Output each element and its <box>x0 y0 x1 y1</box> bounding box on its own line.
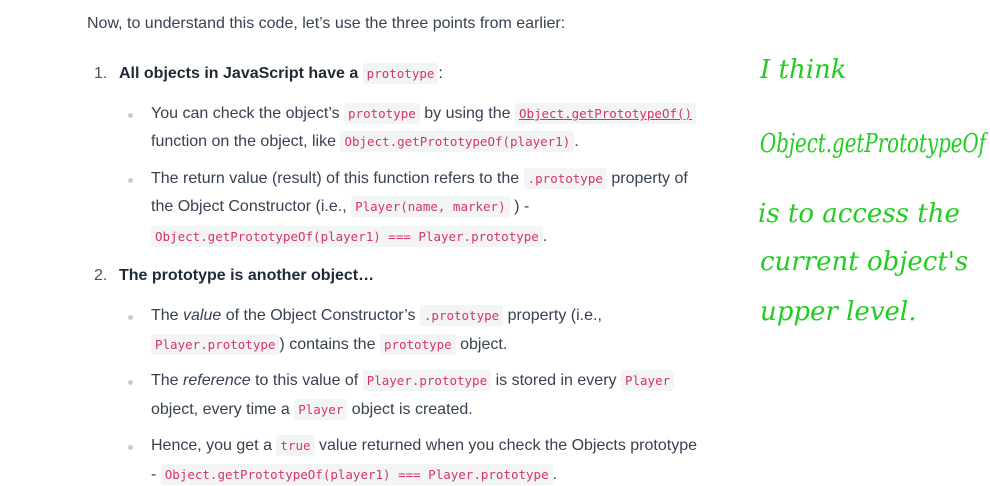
item-2-heading: The prototype is another object… <box>119 267 375 284</box>
item-2-bullet-1-line-1: The value of the Object Constructor’s .p… <box>151 305 602 327</box>
inline-code: prototype <box>379 334 456 355</box>
text: The <box>151 307 179 324</box>
inline-code: Object.getPrototypeOf(player1) === Playe… <box>160 464 553 485</box>
text: the Object Constructor (i.e., <box>151 198 347 215</box>
text: ) contains the <box>279 336 376 353</box>
getprototypeof-link[interactable]: Object.getPrototypeOf() <box>514 103 697 124</box>
list-number-2: 2. <box>94 267 108 284</box>
item-2-bullet-3-line-1: Hence, you get a true value returned whe… <box>151 435 697 457</box>
item-1-bullet-2-line-1: The return value (result) of this functi… <box>151 168 688 190</box>
text: is stored in every <box>495 372 617 389</box>
item-1-bullet-2-line-3: Object.getPrototypeOf(player1) === Playe… <box>151 226 547 248</box>
inline-code: Player.prototype <box>151 334 280 355</box>
item-2-bullet-3-line-2: - Object.getPrototypeOf(player1) === Pla… <box>151 464 557 486</box>
item-2-bullet-1-line-2: Player.prototype) contains the prototype… <box>151 334 507 356</box>
bullet-dot <box>128 178 133 183</box>
inline-code: Player <box>620 370 675 391</box>
item-1-heading: All objects in JavaScript have a prototy… <box>119 63 443 85</box>
text: You can check the object’s <box>151 105 340 122</box>
intro-text: Now, to understand this code, let’s use … <box>87 15 566 32</box>
inline-code: Object.getPrototypeOf(player1) <box>340 131 575 152</box>
item-1-heading-code: prototype <box>362 63 439 84</box>
text: object, every time a <box>151 401 290 418</box>
text: Hence, you get a <box>151 437 272 454</box>
text: to this value of <box>255 372 359 389</box>
bullet-dot <box>128 315 133 320</box>
text: object is created. <box>351 401 473 418</box>
item-1-heading-tail: : <box>438 65 443 82</box>
text: - <box>151 466 157 483</box>
item-1-bullet-1-line-1: You can check the object’s prototype by … <box>151 103 697 125</box>
inline-code: Player.prototype <box>362 370 492 391</box>
item-2-bullet-2-line-1: The reference to this value of Player.pr… <box>151 370 675 392</box>
bullet-dot <box>128 445 133 450</box>
note-line-5: upper level. <box>760 297 916 327</box>
inline-code: .prototype <box>419 305 504 326</box>
text: value returned when you check the Object… <box>318 437 697 454</box>
text: The return value (result) of this functi… <box>151 170 520 187</box>
text: of the Object Constructor’s <box>225 307 416 324</box>
text: The <box>151 372 179 389</box>
inline-code: Player(name, marker) <box>351 196 510 217</box>
text: . <box>552 466 558 483</box>
note-line-1: I think <box>759 55 847 85</box>
note-line-2: Object.getPrototypeOf <box>760 129 988 159</box>
text: ) - <box>514 198 530 215</box>
text: function on the object, like <box>151 133 337 150</box>
item-1-heading-text: All objects in JavaScript have a <box>119 65 359 82</box>
note-line-4: current object's <box>760 247 968 277</box>
bullet-dot <box>128 113 133 118</box>
inline-code: Player <box>294 399 348 420</box>
inline-code: true <box>276 435 315 456</box>
emphasis: value <box>183 307 222 324</box>
handwritten-note: I think Object.getPrototypeOf is to acce… <box>758 55 988 327</box>
item-2-bullet-2-line-2: object, every time a Player object is cr… <box>151 399 473 421</box>
inline-code: Object.getPrototypeOf(player1) === Playe… <box>151 226 543 247</box>
emphasis: reference <box>183 372 251 389</box>
inline-code: prototype <box>344 103 420 124</box>
text: property (i.e., <box>507 307 602 324</box>
text: property of <box>611 170 688 187</box>
text: . <box>574 133 579 150</box>
note-line-3: is to access the <box>758 199 960 229</box>
item-1-bullet-1-line-2: function on the object, like Object.getP… <box>151 131 579 153</box>
text: . <box>542 228 548 245</box>
text: by using the <box>424 105 511 122</box>
bullet-dot <box>128 380 133 385</box>
inline-code: .prototype <box>523 168 607 189</box>
list-number-1: 1. <box>94 65 108 82</box>
item-1-bullet-2-line-2: the Object Constructor (i.e., Player(nam… <box>151 196 529 218</box>
text: object. <box>460 336 508 353</box>
